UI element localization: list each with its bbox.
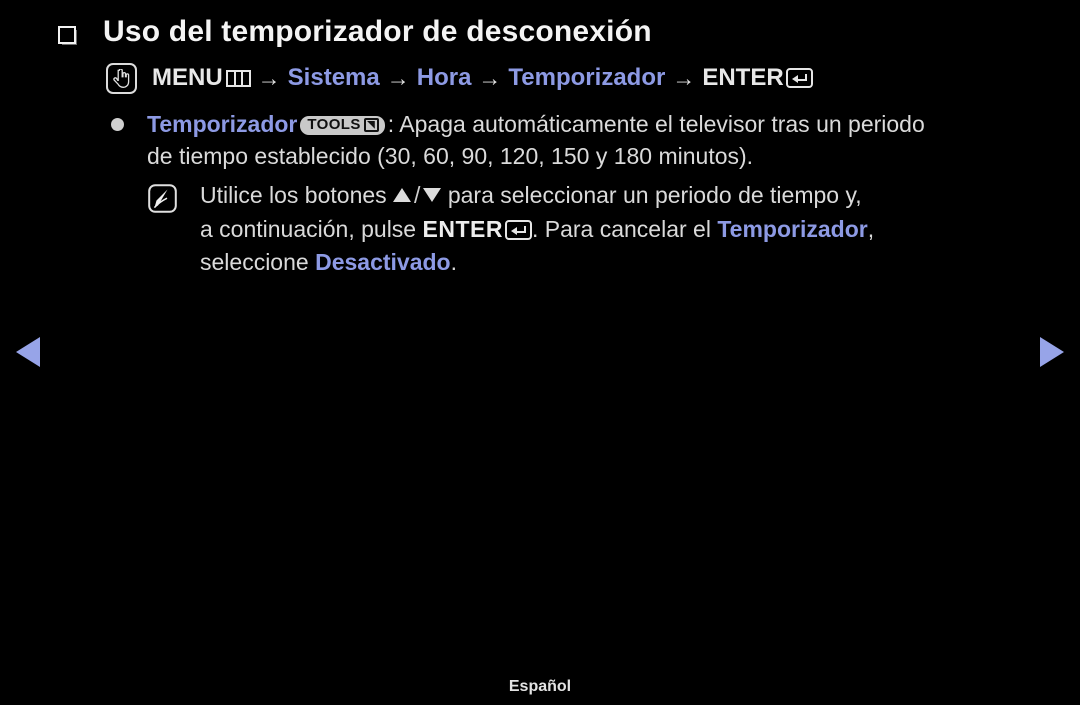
path-arrow-3: → — [478, 64, 502, 91]
path-arrow-2: → — [386, 64, 410, 91]
note-line-2a: a continuación, pulse — [200, 215, 417, 242]
term-temporizador: Temporizador — [147, 110, 298, 137]
square-bullet-icon — [58, 26, 77, 45]
path-arrow-4: → — [672, 64, 696, 91]
note-term-desactivado: Desactivado — [315, 249, 451, 276]
tools-badge[interactable]: TOOLS — [300, 115, 385, 135]
enter-key-icon — [785, 68, 813, 88]
breadcrumb: MENU → Sistema → Hora → Temporizador → E… — [0, 51, 1080, 94]
note-line-3a: seleccione — [200, 249, 309, 276]
note-text: Utilice los botones / para seleccionar u… — [148, 179, 1048, 280]
hand-pointer-icon — [106, 62, 137, 94]
note-line-1b: para seleccionar un periodo de tiempo y, — [447, 181, 862, 208]
breadcrumb-item-sistema[interactable]: Sistema — [288, 64, 380, 92]
description-line-1: : Apaga automáticamente el televisor tra… — [387, 110, 925, 137]
note-block: Utilice los botones / para seleccionar u… — [0, 173, 1048, 280]
note-term-temporizador: Temporizador — [717, 215, 868, 242]
tools-arrow-icon — [363, 117, 379, 132]
page-title: Uso del temporizador de desconexión — [103, 15, 652, 48]
menu-grid-icon — [225, 69, 251, 87]
tools-badge-label: TOOLS — [307, 115, 361, 133]
enter-key-icon — [504, 219, 532, 240]
triangle-right-icon[interactable] — [1040, 337, 1064, 367]
breadcrumb-item-temporizador[interactable]: Temporizador — [508, 64, 665, 92]
triangle-up-icon — [393, 187, 412, 202]
triangle-down-icon — [423, 187, 442, 202]
arrow-separator: / — [414, 181, 421, 208]
enter-label: ENTER — [702, 64, 784, 91]
breadcrumb-item-hora[interactable]: Hora — [417, 64, 472, 92]
description-line-2: de tiempo establecido (30, 60, 90, 120, … — [147, 143, 754, 170]
menu-button-label: MENU — [152, 64, 223, 91]
triangle-left-icon[interactable] — [16, 337, 40, 367]
path-arrow-1: → — [257, 64, 281, 91]
footer-language-label: Español — [508, 678, 572, 695]
note-line-3b: . — [450, 249, 457, 276]
note-line-2b: . Para cancelar el — [531, 215, 711, 242]
note-line-2c: , — [867, 215, 875, 242]
page-heading: Uso del temporizador de desconexión — [0, 0, 1080, 51]
description-text: Temporizador TOOLS : Apaga automáticamente… — [106, 108, 1036, 173]
description-block: Temporizador TOOLS : Apaga automáticamente… — [0, 94, 1036, 173]
note-enter-label: ENTER — [422, 215, 503, 242]
note-line-1a: Utilice los botones — [200, 181, 387, 208]
note-pen-icon — [148, 184, 177, 213]
